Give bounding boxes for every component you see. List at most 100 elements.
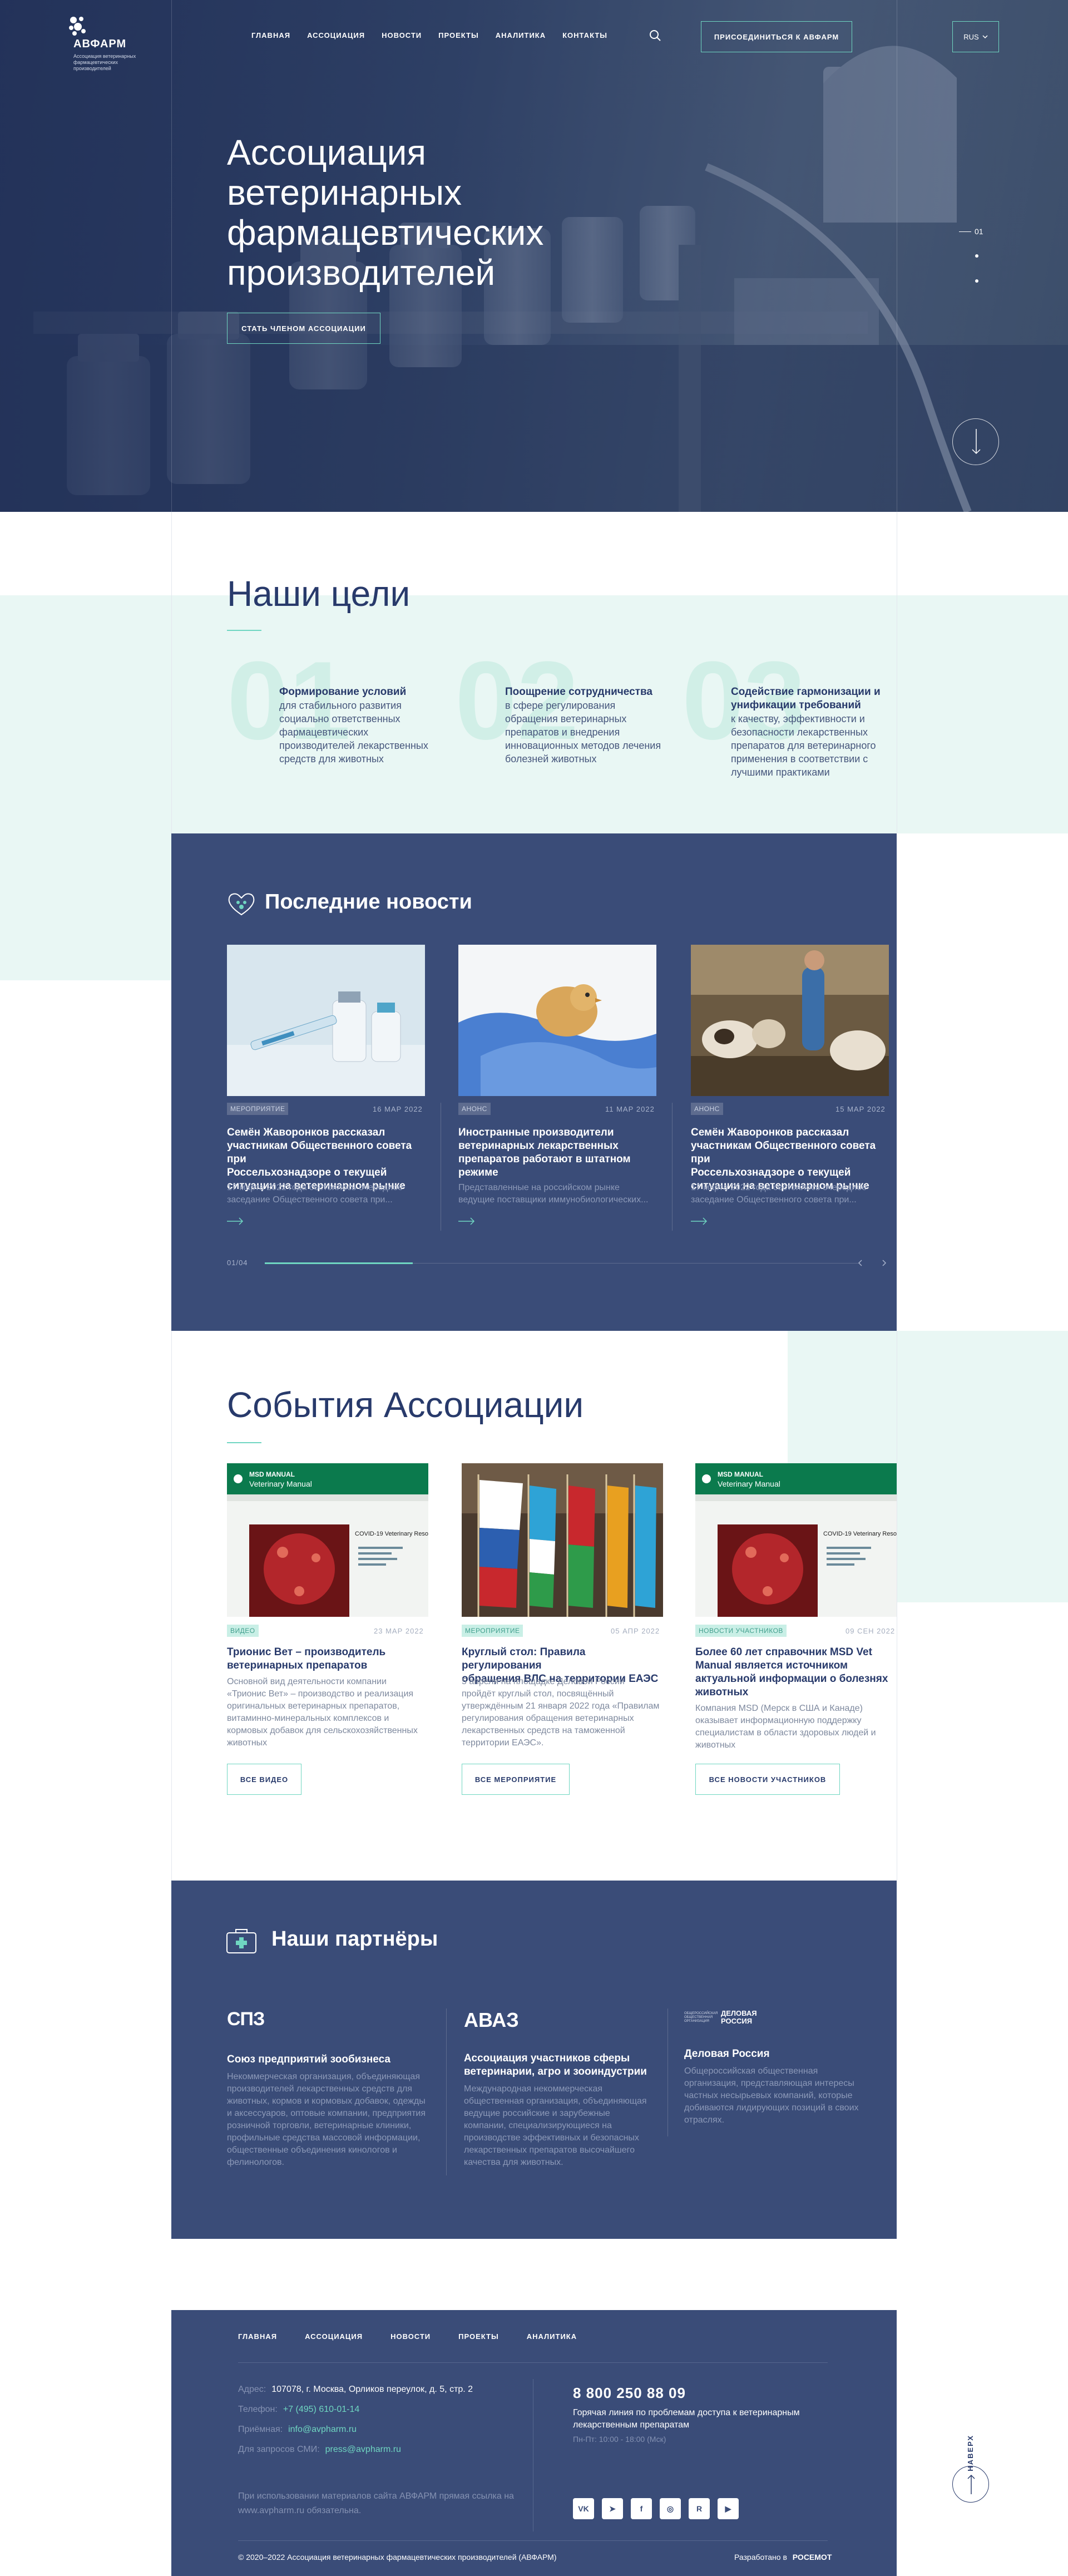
nav-item-contacts[interactable]: КОНТАКТЫ [562,31,607,40]
news-tag[interactable]: АНОНС [458,1103,491,1115]
footer-nav-news[interactable]: НОВОСТИ [390,2332,431,2341]
event-tag[interactable]: МЕРОПРИЯТИЕ [462,1625,523,1637]
all-videos-button[interactable]: ВСЕ ВИДЕО [227,1764,301,1795]
partner-description: Некоммерческая организация, объединяющая… [227,2071,433,2169]
cows-barn-illustration [691,945,889,1096]
address-label: Адрес: [238,2385,266,2394]
partner-description-line: компании, специализирующиеся на [464,2121,612,2130]
telegram-icon[interactable]: ➤ [602,2498,623,2519]
chevron-right-icon[interactable] [880,1259,888,1267]
msd-title: MSD MANUAL [249,1470,295,1478]
slider-indicator-line [959,231,971,232]
slider-dot[interactable] [975,254,978,258]
news-tag[interactable]: АНОНС [691,1103,723,1115]
footer-nav-projects[interactable]: ПРОЕКТЫ [458,2332,499,2341]
news-image[interactable] [691,945,889,1096]
partner-logo-spz[interactable]: СПЗ [227,2009,265,2030]
partner-name[interactable]: Деловая Россия [684,2047,770,2061]
event-image[interactable]: MSD MANUAL Veterinary Manual COVID-19 Ve… [227,1463,428,1617]
vk-icon[interactable]: VK [573,2498,594,2519]
logo-icon[interactable] [66,14,88,37]
goal-title-line: Содействие гармонизации и [731,686,881,698]
goal-title-line: унификации требований [731,699,861,711]
goal-text: в сфере регулирования обращения ветерина… [505,699,661,766]
event-image[interactable]: MSD MANUAL Veterinary Manual COVID-19 Ve… [695,1463,897,1617]
event-heading-line: Круглый стол: Правила регулирования [462,1646,586,1671]
news-card[interactable] [691,945,889,1096]
developer-label: Разработано в [734,2553,787,2562]
nav-item-association[interactable]: АССОЦИАЦИЯ [307,31,365,40]
news-heading-line: Иностранные производители [458,1127,614,1138]
event-heading[interactable]: Более 60 лет справочник MSD Vet Manual я… [695,1646,897,1699]
news-image[interactable] [458,945,656,1096]
event-heading[interactable]: Трионис Вет – производитель ветеринарных… [227,1646,428,1672]
partner-logo-avaz[interactable]: АВАЗ [464,2009,519,2032]
rutube-icon[interactable]: R [689,2498,710,2519]
event-card[interactable] [462,1463,663,1617]
facebook-icon[interactable]: f [631,2498,652,2519]
news-heading[interactable]: Иностранные производители ветеринарных л… [458,1126,656,1180]
phone-link[interactable]: +7 (495) 610-01-14 [283,2405,359,2415]
language-selector[interactable]: RUS [952,21,999,52]
hotline-phone[interactable]: 8 800 250 88 09 [573,2385,686,2402]
scroll-down-button[interactable] [952,418,999,465]
partner-logo-delovaya-rossiya[interactable]: ОБЩЕРОССИЙСКАЯ ОБЩЕСТВЕННАЯ ОРГАНИЗАЦИЯ … [684,2010,762,2025]
goal-text-line: лучшими практиками [731,767,830,778]
footer-press: Для запросов СМИ: press@avpharm.ru [238,2445,401,2455]
youtube-icon[interactable]: ▶ [718,2498,739,2519]
logo-subtitle: Ассоциация ветеринарных фармацевтических… [73,53,136,71]
event-excerpt-line: территории ЕАЭС». [462,1738,544,1748]
event-tag[interactable]: НОВОСТИ УЧАСТНИКОВ [695,1625,787,1637]
become-member-button[interactable]: СТАТЬ ЧЛЕНОМ АССОЦИАЦИИ [227,313,380,344]
news-excerpt: 17 марта 2022 года состоялось очередное … [691,1182,889,1206]
arrow-up-icon [967,2474,975,2494]
partner-name-line: ветеринарии, агро и зооиндустрии [464,2066,647,2077]
join-button[interactable]: ПРИСОЕДИНИТЬСЯ К АВФАРМ [701,21,852,52]
msd-caption: COVID-19 Veterinary Resources [823,1531,897,1537]
all-member-news-button[interactable]: ВСЕ НОВОСТИ УЧАСТНИКОВ [695,1764,840,1795]
partner-name[interactable]: Союз предприятий зообизнеса [227,2053,390,2066]
nav-item-news[interactable]: НОВОСТИ [382,31,422,40]
goal-text: к качеству, эффективности и безопасности… [731,712,876,779]
nav-item-analytics[interactable]: АНАЛИТИКА [496,31,546,40]
news-heading-line: участникам Общественного совета при [691,1140,876,1165]
developer-credit[interactable]: Разработано в РОСЕМОТ [734,2553,832,2562]
slider-dot[interactable] [975,279,978,283]
back-to-top-button[interactable] [952,2466,989,2503]
partner-name[interactable]: Ассоциация участников сферы ветеринарии,… [464,2052,647,2079]
copyright-note-line: www.avpharm.ru обязательна. [238,2506,362,2515]
nav-item-projects[interactable]: ПРОЕКТЫ [438,31,479,40]
reception-label: Приёмная: [238,2425,283,2434]
arrow-right-icon[interactable] [227,1217,244,1225]
slider-number[interactable]: 01 [975,227,983,236]
event-card[interactable]: MSD MANUAL Veterinary Manual COVID-19 Ve… [695,1463,897,1617]
reception-email-link[interactable]: info@avpharm.ru [288,2425,357,2435]
event-excerpt-line: специалистам в области здоровых людей и [695,1728,876,1738]
grid-line [171,0,172,512]
event-tag[interactable]: ВИДЕО [227,1625,259,1637]
arrow-right-icon[interactable] [691,1217,708,1225]
chevron-left-icon[interactable] [857,1259,864,1267]
events-title: События Ассоциации [227,1385,584,1425]
news-tag[interactable]: МЕРОПРИЯТИЕ [227,1103,289,1115]
event-card[interactable]: MSD MANUAL Veterinary Manual COVID-19 Ve… [227,1463,428,1617]
all-events-button[interactable]: ВСЕ МЕРОПРИЯТИЕ [462,1764,570,1795]
footer-reception: Приёмная: info@avpharm.ru [238,2425,357,2435]
press-email-link[interactable]: press@avpharm.ru [325,2445,401,2455]
footer-nav-association[interactable]: АССОЦИАЦИЯ [305,2332,363,2341]
logo-name[interactable]: АВФАРМ [73,38,126,51]
event-heading-line: Трионис Вет – производитель [227,1646,386,1658]
instagram-icon[interactable]: ◎ [660,2498,681,2519]
footer-nav-home[interactable]: ГЛАВНАЯ [238,2332,277,2341]
news-card[interactable] [458,945,656,1096]
chevron-down-icon [982,35,988,38]
news-image[interactable] [227,945,425,1096]
nav-item-home[interactable]: ГЛАВНАЯ [251,31,290,40]
event-excerpt-line: утверждённым 21 января 2022 года «Правил… [462,1701,660,1711]
arrow-right-icon[interactable] [458,1217,475,1225]
news-card[interactable] [227,945,425,1096]
event-image[interactable] [462,1463,663,1617]
accent-line [227,1442,261,1443]
search-icon[interactable] [649,29,662,42]
footer-nav-analytics[interactable]: АНАЛИТИКА [527,2332,577,2341]
